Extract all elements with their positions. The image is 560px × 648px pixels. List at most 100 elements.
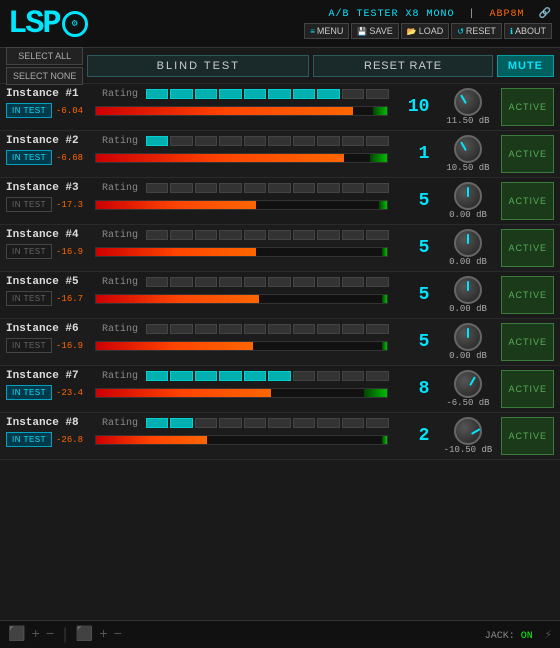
logo-icon: ⚙ xyxy=(62,11,88,37)
knob[interactable] xyxy=(454,229,482,257)
footer-icon-1[interactable]: ⬛ xyxy=(8,626,25,643)
rating-cell xyxy=(219,183,241,193)
jack-text: JACK: xyxy=(485,631,515,642)
meter-bar xyxy=(95,106,388,116)
active-button[interactable]: ACTIVE xyxy=(501,88,554,126)
rating-cell xyxy=(293,230,315,240)
reset-button[interactable]: ↺ RESET xyxy=(451,23,502,39)
knob-area: 0.00 dB xyxy=(440,182,495,220)
in-test-button[interactable]: IN TEST xyxy=(6,244,52,259)
active-button[interactable]: ACTIVE xyxy=(501,370,554,408)
rating-cell xyxy=(293,89,315,99)
rating-cell xyxy=(293,371,315,381)
score-container: 10 xyxy=(394,88,434,126)
knob-area: 0.00 dB xyxy=(440,323,495,361)
select-all-button[interactable]: SELECT ALL xyxy=(6,47,83,65)
db-value: -6.04 xyxy=(56,106,91,116)
rating-cell xyxy=(195,418,217,428)
rating-label: Rating xyxy=(102,136,138,147)
rating-bar xyxy=(146,324,388,334)
blind-test-button[interactable]: BLIND TEST xyxy=(87,55,309,77)
in-test-button[interactable]: IN TEST xyxy=(6,103,52,118)
active-button[interactable]: ACTIVE xyxy=(501,135,554,173)
instance-top: Instance #2 Rating xyxy=(6,135,388,147)
rating-bar xyxy=(146,418,388,428)
knob[interactable] xyxy=(454,323,482,351)
instance-name: Instance #6 xyxy=(6,323,96,335)
instance-score: 2 xyxy=(399,426,429,446)
rating-cell xyxy=(317,324,339,334)
instance-top: Instance #7 Rating xyxy=(6,370,388,382)
instance-top: Instance #3 Rating xyxy=(6,182,388,194)
meter-fill-red xyxy=(96,389,271,397)
rating-cell xyxy=(146,230,168,240)
in-test-button[interactable]: IN TEST xyxy=(6,197,52,212)
about-button[interactable]: ℹ ABOUT xyxy=(504,23,552,39)
instance-row: Instance #7 Rating IN TEST -23.4 8 xyxy=(0,366,560,413)
active-button[interactable]: ACTIVE xyxy=(501,323,554,361)
rating-label: Rating xyxy=(102,89,138,100)
rating-cell xyxy=(366,230,388,240)
instance-top: Instance #1 Rating xyxy=(6,88,388,100)
instance-row: Instance #8 Rating IN TEST -26.8 2 xyxy=(0,413,560,460)
instance-score: 5 xyxy=(399,191,429,211)
menu-button[interactable]: ≡ MENU xyxy=(304,23,349,39)
active-button[interactable]: ACTIVE xyxy=(501,229,554,267)
knob[interactable] xyxy=(454,88,482,116)
in-test-button[interactable]: IN TEST xyxy=(6,150,52,165)
instance-name: Instance #4 xyxy=(6,229,96,241)
footer-sub-2[interactable]: − xyxy=(114,627,122,643)
rating-bar xyxy=(146,371,388,381)
footer-sub-1[interactable]: − xyxy=(46,627,54,643)
knob-db-label: -10.50 dB xyxy=(444,445,493,455)
knob[interactable] xyxy=(454,135,482,163)
rating-cell xyxy=(170,324,192,334)
instance-row: Instance #5 Rating IN TEST -16.7 5 xyxy=(0,272,560,319)
db-value: -16.9 xyxy=(56,247,91,257)
rating-cell xyxy=(366,324,388,334)
footer-add-1[interactable]: + xyxy=(31,627,39,643)
select-none-button[interactable]: SELECT NONE xyxy=(6,67,83,85)
knob-db-label: 11.50 dB xyxy=(446,116,489,126)
rating-cell xyxy=(195,277,217,287)
knob[interactable] xyxy=(454,276,482,304)
in-test-button[interactable]: IN TEST xyxy=(6,291,52,306)
mute-button[interactable]: MUTE xyxy=(497,55,554,77)
load-button[interactable]: 📂 LOAD xyxy=(401,23,449,39)
rating-cell xyxy=(293,277,315,287)
rating-cell xyxy=(342,418,364,428)
instance-left: Instance #4 Rating IN TEST -16.9 xyxy=(6,229,388,267)
meter-fill-green xyxy=(382,295,388,303)
rating-cell xyxy=(342,230,364,240)
instance-bottom: IN TEST -26.8 xyxy=(6,432,388,447)
meter-fill-green xyxy=(382,436,388,444)
save-button[interactable]: 💾 SAVE xyxy=(351,23,398,39)
rating-cell xyxy=(195,136,217,146)
rating-cell xyxy=(342,183,364,193)
active-button[interactable]: ACTIVE xyxy=(501,417,554,455)
instance-top: Instance #8 Rating xyxy=(6,417,388,429)
footer-add-2[interactable]: + xyxy=(99,627,107,643)
in-test-button[interactable]: IN TEST xyxy=(6,432,52,447)
rating-label: Rating xyxy=(102,230,138,241)
active-button[interactable]: ACTIVE xyxy=(501,276,554,314)
knob[interactable] xyxy=(454,370,482,398)
footer-icon-2[interactable]: ⬛ xyxy=(76,626,93,643)
meter-bar xyxy=(95,200,388,210)
rating-cell xyxy=(170,371,192,381)
instance-row: Instance #4 Rating IN TEST -16.9 5 xyxy=(0,225,560,272)
meter-bar xyxy=(95,388,388,398)
rating-cell xyxy=(268,277,290,287)
abp-label: ABP8M xyxy=(490,9,525,20)
in-test-button[interactable]: IN TEST xyxy=(6,385,52,400)
db-value: -16.7 xyxy=(56,294,91,304)
knob[interactable] xyxy=(454,182,482,210)
in-test-button[interactable]: IN TEST xyxy=(6,338,52,353)
reset-rate-button[interactable]: RESET RATE xyxy=(313,55,493,77)
rating-cell xyxy=(268,136,290,146)
knob-db-label: -6.50 dB xyxy=(446,398,489,408)
active-button[interactable]: ACTIVE xyxy=(501,182,554,220)
knob[interactable] xyxy=(454,417,482,445)
jack-icon: ⚡ xyxy=(545,628,552,642)
instance-main: Instance #5 Rating IN TEST -16.7 5 xyxy=(6,276,554,314)
